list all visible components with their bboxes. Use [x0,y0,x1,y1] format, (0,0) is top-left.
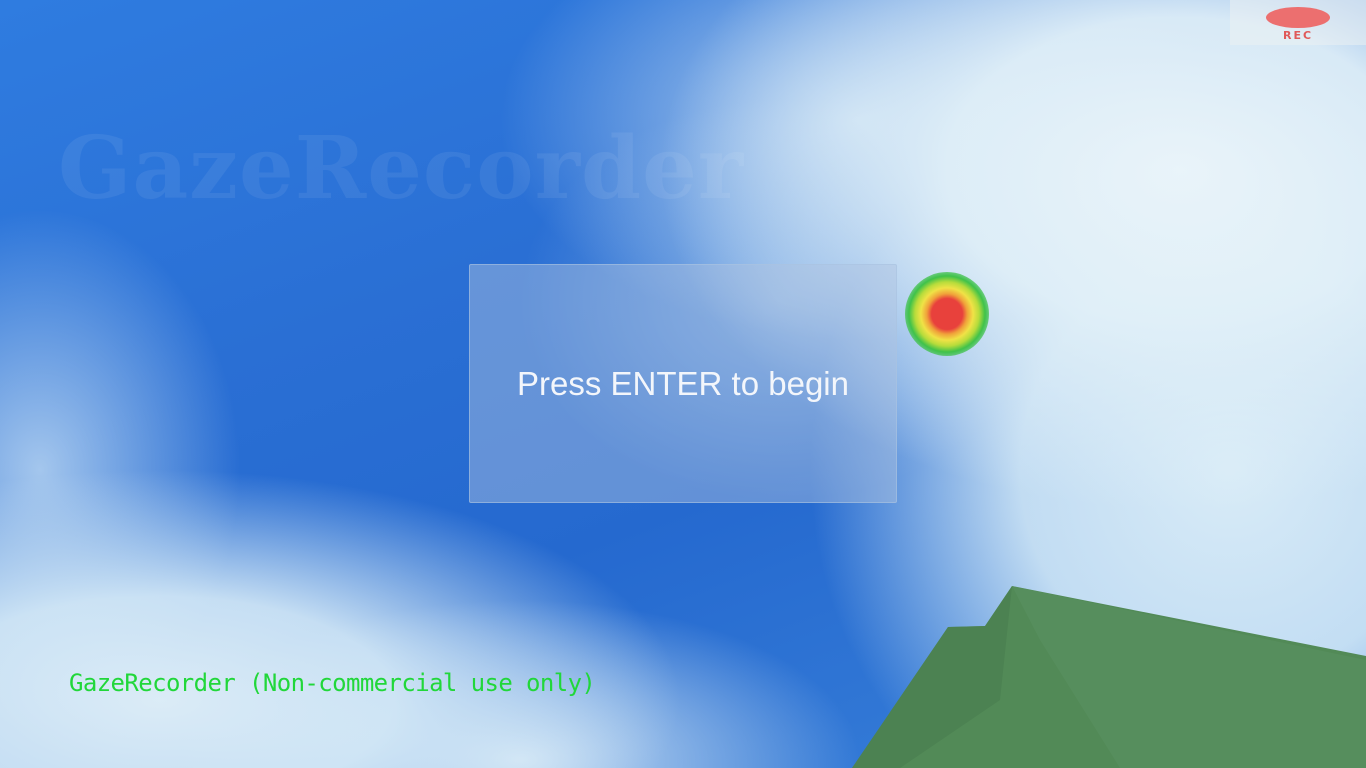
start-prompt-text: Press ENTER to begin [517,364,849,402]
recording-label: REC [1282,29,1314,42]
start-prompt-panel[interactable]: Press ENTER to begin [469,264,897,503]
sky-background: GazeRecorder REC Press ENTER to begin Ga… [0,0,1366,768]
recording-indicator: REC [1230,0,1366,45]
license-notice: GazeRecorder (Non-commercial use only) [69,669,596,697]
record-dot-icon [1266,7,1330,28]
gaze-heatmap-icon [905,272,989,356]
